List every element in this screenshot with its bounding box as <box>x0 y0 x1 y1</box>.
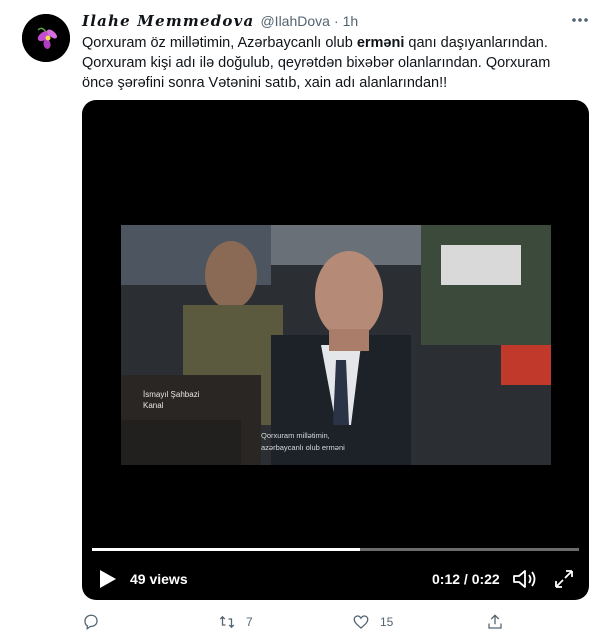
reply-button[interactable] <box>82 610 110 634</box>
tweet-header: Ilahe Memmedova @IlahDova · 1h <box>82 10 358 32</box>
tweet: Ilahe Memmedova @IlahDova · 1h Qorxuram … <box>0 0 608 644</box>
video-player[interactable]: İsmayıl Şahbazi Kanal Qorxuram millətimi… <box>82 100 589 600</box>
timestamp[interactable]: 1h <box>343 13 359 29</box>
tweet-text: Qorxuram öz millətimin, Azərbaycanlı olu… <box>82 33 582 93</box>
video-frame: İsmayıl Şahbazi Kanal Qorxuram millətimi… <box>121 225 551 465</box>
share-button[interactable] <box>486 610 504 634</box>
reply-icon <box>84 614 98 631</box>
tweet-text-part1: Qorxuram öz millətimin, Azərbaycanlı olu… <box>82 35 357 51</box>
heart-icon <box>353 615 369 629</box>
orchid-avatar-icon <box>22 14 70 62</box>
tweet-actions: 7 15 <box>82 610 512 634</box>
tweet-text-bold: erməni <box>356 35 405 51</box>
video-time: 0:12 / 0:22 <box>432 571 500 587</box>
play-icon <box>100 570 116 588</box>
more-dots-icon <box>572 18 588 22</box>
subtitle-line-2: azərbaycanlı olub erməni <box>261 443 345 452</box>
subtitle-line-1: Qorxuram millətimin, <box>261 431 330 440</box>
caption-role: Kanal <box>143 401 164 410</box>
avatar[interactable] <box>22 14 70 62</box>
retweet-button[interactable]: 7 <box>218 610 253 634</box>
like-button[interactable]: 15 <box>352 610 393 634</box>
play-button[interactable] <box>96 568 118 590</box>
progress-fill <box>92 548 360 551</box>
progress-bar[interactable] <box>92 548 579 551</box>
like-count: 15 <box>380 615 394 629</box>
retweet-icon <box>219 615 235 629</box>
speaker-icon <box>513 570 536 588</box>
more-options-button[interactable] <box>570 13 590 27</box>
view-count: 49 views <box>130 571 188 587</box>
display-name[interactable]: Ilahe Memmedova <box>82 12 254 30</box>
caption-name: İsmayıl Şahbazi <box>143 390 200 399</box>
share-icon <box>488 614 502 629</box>
handle[interactable]: @IlahDova <box>260 13 329 29</box>
separator: · <box>333 13 339 29</box>
fullscreen-button[interactable] <box>552 567 576 591</box>
video-caption: İsmayıl Şahbazi Kanal <box>143 389 215 419</box>
video-frame-image <box>121 225 551 465</box>
volume-button[interactable] <box>512 567 538 591</box>
retweet-count: 7 <box>246 615 253 629</box>
fullscreen-icon <box>555 570 573 588</box>
